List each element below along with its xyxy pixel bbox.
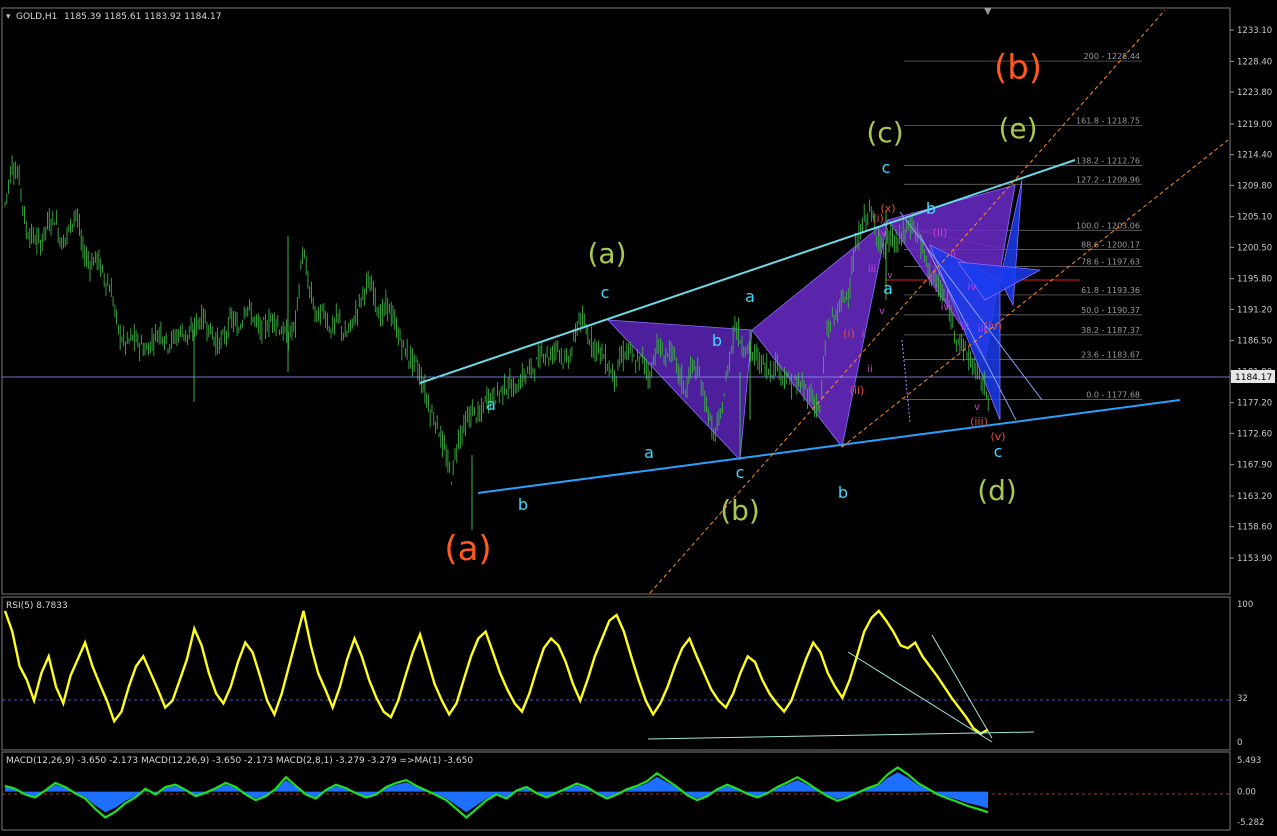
price-tick-label: 1205.10 xyxy=(1237,213,1272,223)
fib-level-label: 61.8 - 1193.36 xyxy=(1081,286,1140,295)
price-axis: 1233.10 1228.40 1223.80 1219.00 1214.40 1209.… xyxy=(1230,26,1272,564)
wave-label: v xyxy=(974,402,980,413)
price-tick-label: 1163.20 xyxy=(1237,492,1272,502)
wave-label: (iv) xyxy=(984,320,1002,333)
fib-level-label: 200 - 1228.44 xyxy=(1084,52,1140,61)
wave-label: iv xyxy=(878,228,887,239)
macd-tick-label: -5.282 xyxy=(1237,818,1264,828)
price-tick-label: 1233.10 xyxy=(1237,26,1272,36)
main-panel-frame xyxy=(1,7,1231,595)
fib-level-label: 88.6 - 1200.17 xyxy=(1081,241,1140,250)
fib-level-label: 138.2 - 1212.76 xyxy=(1076,157,1140,166)
wave-label: iii xyxy=(978,324,986,335)
ohlc-values: 1185.39 1185.61 1183.92 1184.17 xyxy=(64,12,221,22)
wave-label: (c) xyxy=(866,116,903,149)
wave-label: b xyxy=(838,483,848,502)
price-tick-label: 1223.80 xyxy=(1237,88,1272,98)
wave-label: (e) xyxy=(998,112,1037,145)
price-tick-label: 1153.90 xyxy=(1237,554,1272,564)
wave-label: (b) xyxy=(720,494,760,527)
gold-h1-chart[interactable]: 1233.10 1228.40 1223.80 1219.00 1214.40 1209.… xyxy=(0,0,1277,836)
price-tick-label: 1167.90 xyxy=(1237,461,1272,471)
wave-label: a xyxy=(644,443,654,462)
symbol-label: GOLD,H1 xyxy=(16,12,57,22)
rsi-axis: 100 32 0 xyxy=(1237,600,1253,748)
wave-label: (iii) xyxy=(970,415,988,428)
wave-label: (a) xyxy=(444,529,491,569)
wave-label: a xyxy=(883,279,893,298)
rsi-tick-label: 0 xyxy=(1237,738,1242,748)
fib-level-label: 100.0 - 1203.06 xyxy=(1076,221,1140,230)
price-tick-label: 1172.60 xyxy=(1237,429,1272,439)
wave-label: c xyxy=(736,463,745,482)
wave-label: a xyxy=(486,395,496,414)
rsi-tick-label: 100 xyxy=(1237,600,1253,610)
fib-level-label: 127.2 - 1209.96 xyxy=(1076,175,1140,184)
wave-label: (v) xyxy=(990,430,1005,443)
wave-label: i xyxy=(862,329,865,340)
price-tick-label: 1195.80 xyxy=(1237,275,1272,285)
fib-level-label: 78.6 - 1197.63 xyxy=(1081,257,1140,266)
wave-label: iv xyxy=(968,282,977,293)
macd-axis: 5.493 0.00 -5.282 xyxy=(1237,756,1264,828)
wave-label: iii xyxy=(961,322,969,333)
wave-label: (i) xyxy=(843,327,855,340)
price-tick-label: 1200.50 xyxy=(1237,243,1272,253)
wave-label: (ii) xyxy=(933,226,948,239)
macd-tick-label: 5.493 xyxy=(1237,756,1261,766)
current-price-label: 1184.17 xyxy=(1235,373,1272,383)
wave-label: i xyxy=(946,302,949,313)
wave-label: (d) xyxy=(977,474,1017,507)
fib-level-label: 50.0 - 1190.37 xyxy=(1081,306,1140,315)
wave-label: i xyxy=(935,284,938,295)
fib-level-label: 23.6 - 1183.67 xyxy=(1081,351,1140,360)
scroll-marker-icon[interactable]: ▼ xyxy=(984,6,992,17)
price-tick-label: 1228.40 xyxy=(1237,57,1272,67)
macd-tick-label: 0.00 xyxy=(1237,788,1256,798)
price-tick-label: 1177.20 xyxy=(1237,399,1272,409)
price-tick-label: 1186.50 xyxy=(1237,337,1272,347)
fib-level-label: 161.8 - 1218.75 xyxy=(1076,117,1140,126)
rsi-tick-label: 32 xyxy=(1237,694,1248,704)
price-tick-label: 1209.80 xyxy=(1237,181,1272,191)
wave-label: iii xyxy=(868,264,876,275)
wave-label: c xyxy=(601,283,610,302)
fib-level-label: 38.2 - 1187.37 xyxy=(1081,326,1140,335)
wave-label: a xyxy=(745,287,755,306)
wave-label: b xyxy=(926,199,936,218)
fib-level-label: 0.0 - 1177.68 xyxy=(1086,390,1140,399)
price-tick-label: 1158.60 xyxy=(1237,523,1272,533)
wave-label: c xyxy=(882,158,891,177)
rsi-panel-frame xyxy=(1,596,1231,751)
macd-label: MACD(12,26,9) -3.650 -2.173 MACD(12,26,9… xyxy=(6,756,473,766)
price-tick-label: 1219.00 xyxy=(1237,120,1272,130)
wave-label: (i) xyxy=(872,212,884,225)
rsi-label: RSI(5) 8.7833 xyxy=(6,601,68,611)
wave-label: b xyxy=(712,331,722,350)
wave-label: c xyxy=(994,442,1003,461)
price-tick-label: 1191.20 xyxy=(1237,305,1272,315)
chart-menu-icon[interactable]: ▾ xyxy=(6,12,11,22)
wave-label: v xyxy=(887,271,893,281)
wave-label: (a) xyxy=(587,237,626,270)
wave-label: ii xyxy=(867,364,873,375)
price-tick-label: 1214.40 xyxy=(1237,151,1272,161)
wave-label: v xyxy=(879,306,885,317)
wave-label: (b) xyxy=(994,48,1042,88)
wave-label: ii xyxy=(950,250,956,261)
wave-label: (ii) xyxy=(850,384,865,397)
wave-label: b xyxy=(518,495,528,514)
